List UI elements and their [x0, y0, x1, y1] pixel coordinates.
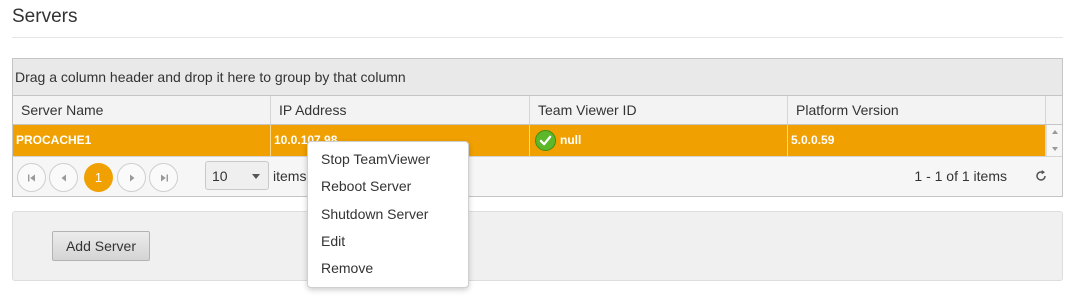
check-icon — [535, 130, 556, 151]
add-server-button[interactable]: Add Server — [52, 231, 150, 261]
actions-panel: Add Server — [12, 211, 1063, 281]
page-size-value: 10 — [212, 167, 228, 184]
current-page-button[interactable]: 1 — [84, 163, 113, 192]
team-viewer-id-value: null — [560, 133, 582, 147]
column-header-platform-version[interactable]: Platform Version — [788, 96, 1046, 124]
grid-header: Server Name IP Address Team Viewer ID Pl… — [13, 96, 1062, 125]
first-page-button[interactable] — [17, 163, 46, 192]
scroll-up-icon[interactable] — [1052, 130, 1058, 134]
vertical-scrollbar[interactable] — [1046, 125, 1062, 156]
page-title: Servers — [12, 6, 78, 27]
cell-platform-version[interactable]: 5.0.0.59 — [788, 125, 1046, 156]
header-scroll-spacer — [1046, 96, 1062, 124]
column-header-team-viewer-id[interactable]: Team Viewer ID — [530, 96, 788, 124]
cell-server-name[interactable]: PROCACHE1 — [13, 125, 271, 156]
title-divider — [12, 37, 1063, 38]
items-per-page-label: items — [273, 168, 307, 184]
last-page-button[interactable] — [149, 163, 178, 192]
refresh-icon[interactable] — [1034, 169, 1048, 183]
menu-item-reboot-server[interactable]: Reboot Server — [308, 173, 468, 200]
column-header-server-name[interactable]: Server Name — [13, 96, 271, 124]
menu-item-stop-teamviewer[interactable]: Stop TeamViewer — [308, 146, 468, 173]
cell-team-viewer-id[interactable]: null — [530, 125, 788, 156]
table-row[interactable]: PROCACHE1 10.0.107.98 null 5.0.0.59 — [13, 125, 1062, 156]
menu-item-remove[interactable]: Remove — [308, 255, 468, 282]
next-page-button[interactable] — [117, 163, 146, 192]
previous-page-button[interactable] — [49, 163, 78, 192]
menu-item-shutdown-server[interactable]: Shutdown Server — [308, 201, 468, 228]
context-menu: Stop TeamViewer Reboot Server Shutdown S… — [307, 141, 469, 288]
page-size-select[interactable]: 10 — [205, 161, 269, 190]
servers-grid: Drag a column header and drop it here to… — [12, 58, 1063, 197]
menu-item-edit[interactable]: Edit — [308, 228, 468, 255]
pager-info: 1 - 1 of 1 items — [914, 168, 1007, 184]
chevron-down-icon — [252, 174, 260, 179]
pager: 1 10 items 1 - 1 of 1 items — [13, 156, 1062, 196]
scroll-down-icon[interactable] — [1052, 147, 1058, 151]
group-drop-area[interactable]: Drag a column header and drop it here to… — [13, 59, 1062, 96]
column-header-ip-address[interactable]: IP Address — [271, 96, 530, 124]
